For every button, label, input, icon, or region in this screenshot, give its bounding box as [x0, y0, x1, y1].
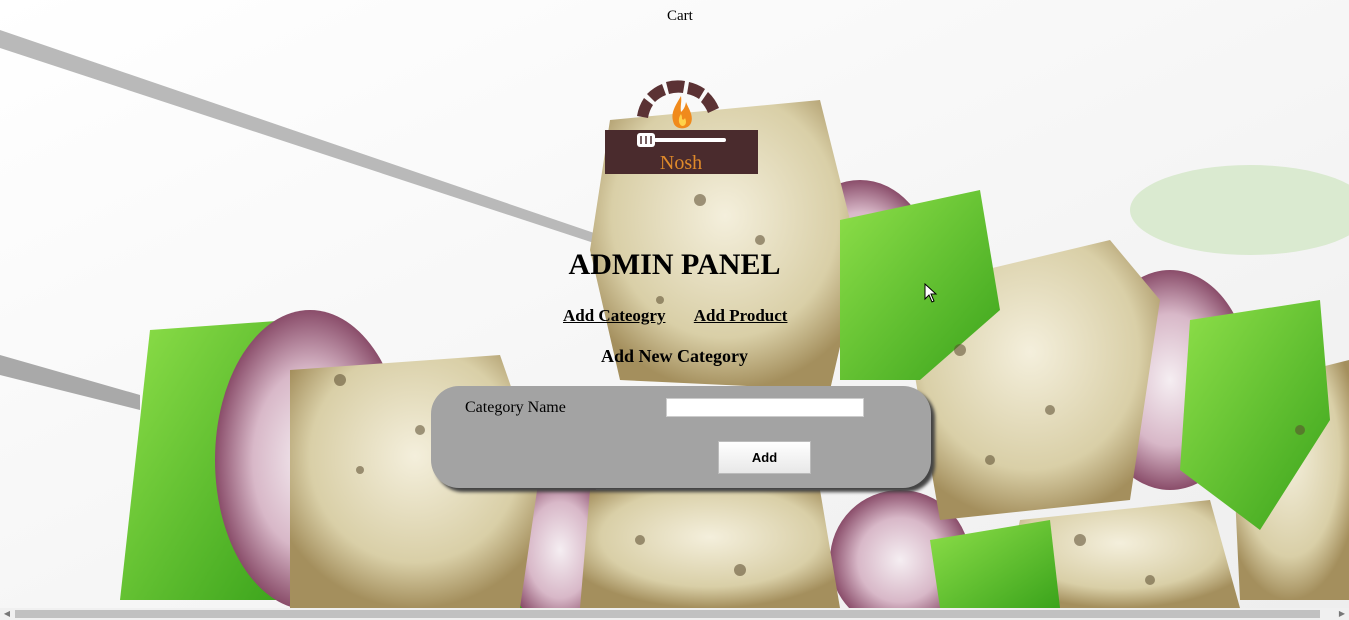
- cart-link[interactable]: Cart: [667, 8, 693, 25]
- add-product-link[interactable]: Add Product: [694, 306, 788, 325]
- scroll-right-arrow-icon[interactable]: ▶: [1335, 608, 1349, 620]
- scroll-left-arrow-icon[interactable]: ◀: [0, 608, 14, 620]
- admin-nav: Add Cateogry Add Product: [563, 306, 812, 326]
- category-name-label: Category Name: [465, 399, 566, 416]
- section-title: Add New Category: [601, 346, 748, 366]
- category-name-input[interactable]: [666, 398, 864, 417]
- admin-panel-title: ADMIN PANEL: [568, 248, 781, 281]
- add-button[interactable]: Add: [718, 441, 811, 474]
- mouse-pointer-icon: [924, 282, 938, 303]
- scrollbar-thumb[interactable]: [15, 610, 1320, 618]
- add-category-form: Category Name Add: [431, 386, 931, 488]
- add-category-link[interactable]: Add Cateogry: [563, 306, 665, 325]
- nosh-logo-icon[interactable]: Nosh: [604, 78, 758, 174]
- logo-brand-text: Nosh: [660, 152, 702, 174]
- horizontal-scrollbar[interactable]: ◀ ▶: [0, 608, 1349, 620]
